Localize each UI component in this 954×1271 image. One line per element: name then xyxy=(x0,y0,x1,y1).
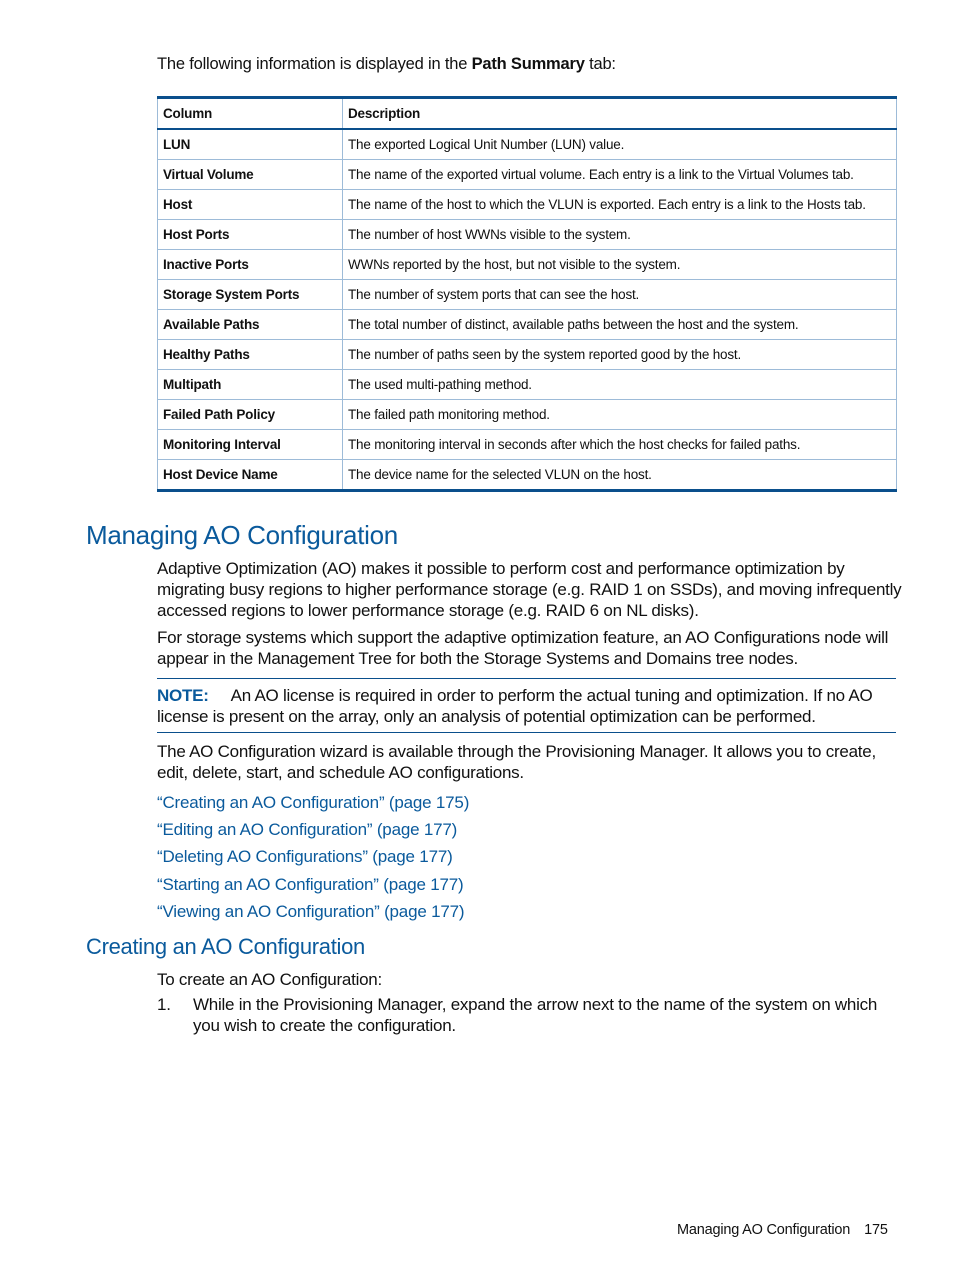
header-column: Column xyxy=(157,96,343,130)
section-paragraph-ao-intro: Adaptive Optimization (AO) makes it poss… xyxy=(157,559,902,620)
link-starting-ao-configuration[interactable]: “Starting an AO Configuration” (page 177… xyxy=(157,875,464,894)
row-description: The number of system ports that can see … xyxy=(342,279,897,310)
row-description: The failed path monitoring method. xyxy=(342,399,897,430)
section-paragraph-management-tree: For storage systems which support the ad… xyxy=(157,628,889,668)
footer-section-name: Managing AO Configuration xyxy=(677,1222,851,1238)
intro-text: The following information is displayed i… xyxy=(157,55,616,74)
table-row: Virtual Volume The name of the exported v… xyxy=(157,159,897,190)
table-row: Host Device Name The device name for the … xyxy=(157,459,897,492)
step-text: While in the Provisioning Manager, expan… xyxy=(193,995,878,1035)
intro-prefix: The following information is displayed i… xyxy=(157,55,472,73)
step-number: 1. xyxy=(157,995,171,1014)
row-description: The total number of distinct, available … xyxy=(342,309,897,340)
note-box: NOTE: An AO license is required in order … xyxy=(157,678,896,733)
row-description: The used multi-pathing method. xyxy=(342,369,897,400)
section-heading: Managing AO Configuration xyxy=(86,520,398,550)
list-item: “Starting an AO Configuration” (page 177… xyxy=(157,871,469,898)
table-row: Inactive Ports WWNs reported by the host,… xyxy=(157,249,897,280)
subsection-intro: To create an AO Configuration: xyxy=(157,970,382,989)
row-description: WWNs reported by the host, but not visib… xyxy=(342,249,897,280)
table-row: Available Paths The total number of disti… xyxy=(157,309,897,340)
procedure-step: 1. While in the Provisioning Manager, ex… xyxy=(157,994,902,1036)
row-column-name: LUN xyxy=(157,129,343,160)
table-row: Monitoring Interval The monitoring interv… xyxy=(157,429,897,460)
note-label: NOTE: xyxy=(157,686,209,705)
table-row: Failed Path Policy The failed path monito… xyxy=(157,399,897,430)
row-column-name: Host Device Name xyxy=(157,459,343,492)
table-header-row: Column Description xyxy=(157,96,897,130)
section-paragraph-wizard: The AO Configuration wizard is available… xyxy=(157,742,876,782)
row-column-name: Inactive Ports xyxy=(157,249,343,280)
row-column-name: Healthy Paths xyxy=(157,339,343,370)
link-creating-ao-configuration[interactable]: “Creating an AO Configuration” (page 175… xyxy=(157,793,469,812)
header-description: Description xyxy=(342,96,897,130)
table-row: Host The name of the host to which the VL… xyxy=(157,189,897,220)
link-editing-ao-configuration[interactable]: “Editing an AO Configuration” (page 177) xyxy=(157,820,457,839)
row-description: The number of host WWNs visible to the s… xyxy=(342,219,897,250)
list-item: “Deleting AO Configurations” (page 177) xyxy=(157,843,469,870)
table-row: Host Ports The number of host WWNs visibl… xyxy=(157,219,897,250)
related-links-list: “Creating an AO Configuration” (page 175… xyxy=(157,789,469,925)
row-description: The monitoring interval in seconds after… xyxy=(342,429,897,460)
list-item: “Editing an AO Configuration” (page 177) xyxy=(157,816,469,843)
table-row: Storage System Ports The number of system… xyxy=(157,279,897,310)
table-row: Multipath The used multi-pathing method. xyxy=(157,369,897,400)
link-viewing-ao-configuration[interactable]: “Viewing an AO Configuration” (page 177) xyxy=(157,902,465,921)
table-row: LUN The exported Logical Unit Number (LUN… xyxy=(157,129,897,160)
row-column-name: Host Ports xyxy=(157,219,343,250)
row-description: The name of the host to which the VLUN i… xyxy=(342,189,897,220)
subsection-heading: Creating an AO Configuration xyxy=(86,934,365,959)
intro-suffix: tab: xyxy=(584,55,616,73)
row-description: The name of the exported virtual volume.… xyxy=(342,159,897,190)
list-item: “Viewing an AO Configuration” (page 177) xyxy=(157,898,469,925)
row-column-name: Multipath xyxy=(157,369,343,400)
row-column-name: Failed Path Policy xyxy=(157,399,343,430)
note-text: An AO license is required in order to pe… xyxy=(157,686,873,726)
row-column-name: Host xyxy=(157,189,343,220)
link-deleting-ao-configurations[interactable]: “Deleting AO Configurations” (page 177) xyxy=(157,847,453,866)
row-description: The number of paths seen by the system r… xyxy=(342,339,897,370)
row-column-name: Virtual Volume xyxy=(157,159,343,190)
row-column-name: Monitoring Interval xyxy=(157,429,343,460)
row-column-name: Available Paths xyxy=(157,309,343,340)
page-footer: Managing AO Configuration 175 xyxy=(677,1222,888,1238)
table-row: Healthy Paths The number of paths seen by… xyxy=(157,339,897,370)
intro-bold-tab-name: Path Summary xyxy=(471,55,585,73)
list-item: “Creating an AO Configuration” (page 175… xyxy=(157,789,469,816)
row-description: The device name for the selected VLUN on… xyxy=(342,459,897,492)
row-description: The exported Logical Unit Number (LUN) v… xyxy=(342,129,897,160)
path-summary-table: Column Description LUN The exported Logic… xyxy=(157,96,897,492)
footer-page-number: 175 xyxy=(864,1222,888,1238)
row-column-name: Storage System Ports xyxy=(157,279,343,310)
